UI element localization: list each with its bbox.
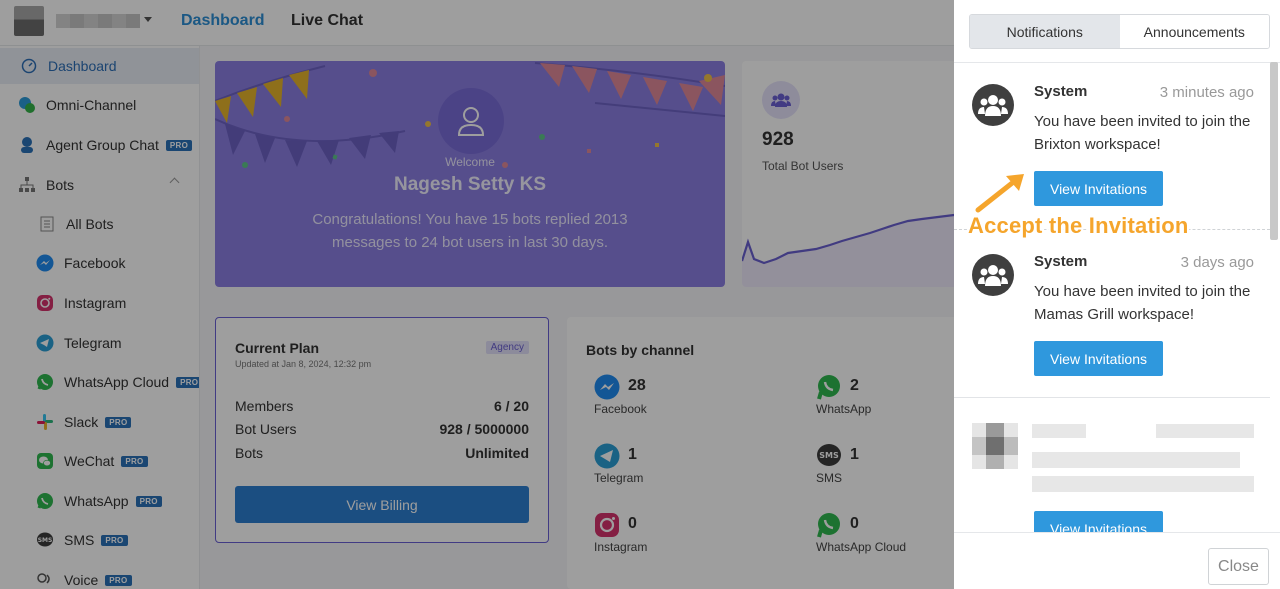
notification-list[interactable]: System 3 minutes ago You have been invit… (954, 62, 1280, 532)
notification-sender: System (1034, 83, 1088, 100)
close-button[interactable]: Close (1208, 548, 1269, 585)
tab-announcements[interactable]: Announcements (1119, 15, 1269, 48)
redacted-sender (1032, 424, 1086, 438)
panel-tabs: Notifications Announcements (969, 14, 1270, 49)
panel-footer: Close (954, 532, 1280, 589)
scrollbar[interactable] (1270, 62, 1278, 240)
system-avatar (972, 84, 1014, 126)
view-invitations-button[interactable]: View Invitations (1034, 171, 1163, 206)
redacted-text (1032, 476, 1254, 492)
notification-divider (954, 397, 1270, 398)
notification-panel: Notifications Announcements System 3 min… (954, 0, 1280, 589)
redacted-avatar (972, 423, 1018, 469)
notification-sender: System (1034, 253, 1088, 270)
view-invitations-button[interactable]: View Invitations (1034, 341, 1163, 376)
modal-backdrop[interactable] (0, 0, 954, 589)
notification-text: You have been invited to join the Brixto… (1034, 113, 1251, 153)
redacted-time (1156, 424, 1254, 438)
tab-notifications[interactable]: Notifications (970, 15, 1120, 48)
group-icon (978, 95, 1008, 116)
redacted-text (1032, 452, 1240, 468)
group-icon (978, 265, 1008, 286)
annotation-arrow-icon (973, 170, 1028, 215)
notification-time: 3 minutes ago (1159, 84, 1254, 101)
notification-text: You have been invited to join the Mamas … (1034, 283, 1251, 323)
notification-time: 3 days ago (1180, 254, 1254, 271)
system-avatar (972, 254, 1014, 296)
view-invitations-button[interactable]: View Invitations (1034, 511, 1163, 532)
annotation-label: Accept the Invitation (968, 213, 1189, 238)
